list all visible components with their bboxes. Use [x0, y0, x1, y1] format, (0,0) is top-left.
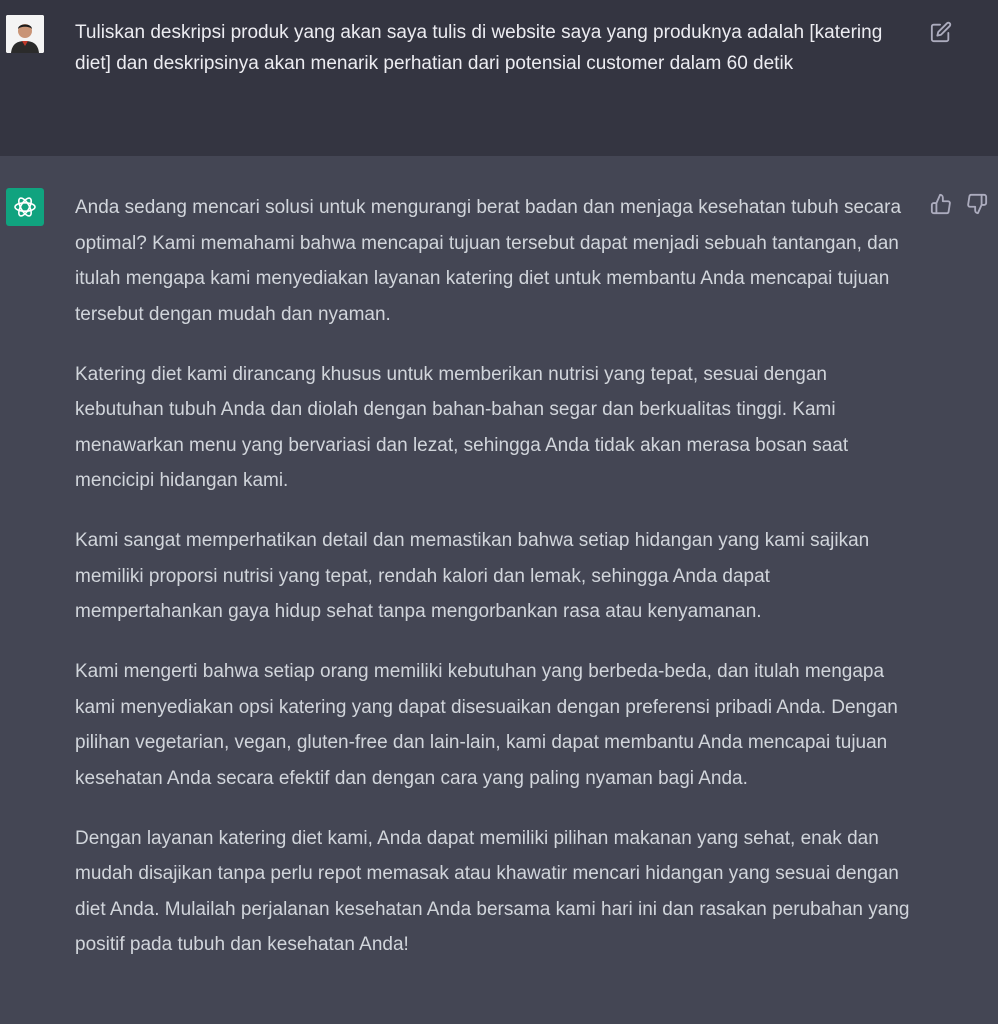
answer-paragraph: Kami sangat memperhatikan detail dan mem… [75, 530, 870, 622]
user-message-row: Tuliskan deskripsi produk yang akan saya… [0, 0, 998, 156]
user-message-text: Tuliskan deskripsi produk yang akan saya… [75, 22, 883, 74]
thumbs-down-icon [967, 193, 988, 215]
assistant-avatar [6, 188, 44, 226]
assistant-message-text: Anda sedang mencari solusi untuk mengura… [75, 190, 915, 987]
chatgpt-logo-icon [14, 197, 36, 217]
answer-paragraph: Katering diet kami dirancang khusus untu… [75, 363, 849, 492]
answer-paragraph: Anda sedang mencari solusi untuk mengura… [75, 197, 902, 325]
edit-icon [930, 21, 952, 43]
answer-paragraph: Dengan layanan katering diet kami, Anda … [75, 827, 910, 956]
thumbs-up-icon [930, 193, 951, 215]
edit-message-button[interactable] [930, 21, 952, 43]
answer-paragraph: Kami mengerti bahwa setiap orang memilik… [75, 661, 898, 789]
thumbs-up-button[interactable] [930, 193, 952, 215]
thumbs-down-button[interactable] [966, 193, 988, 215]
user-photo-avatar-icon [6, 15, 44, 53]
assistant-message-row: Anda sedang mencari solusi untuk mengura… [0, 156, 998, 1024]
user-avatar [6, 15, 44, 53]
